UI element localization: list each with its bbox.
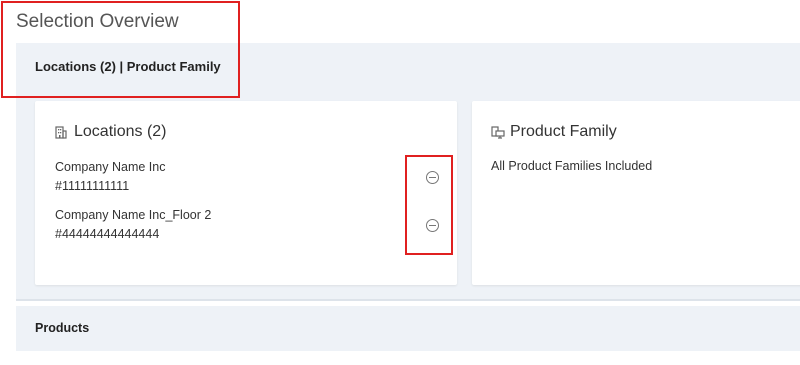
- location-number: #44444444444444: [55, 227, 160, 241]
- remove-location-button[interactable]: [426, 171, 439, 184]
- location-name: Company Name Inc_Floor 2: [55, 208, 212, 222]
- product-family-text: All Product Families Included: [491, 159, 653, 173]
- locations-card-title-text: Locations (2): [74, 123, 167, 140]
- page-title: Selection Overview: [16, 11, 179, 32]
- location-item: Company Name Inc_Floor 2 #44444444444444: [55, 206, 211, 244]
- product-family-card: Product Family All Product Families Incl…: [472, 101, 800, 285]
- product-family-card-title-text: Product Family: [510, 123, 617, 140]
- location-name: Company Name Inc: [55, 160, 166, 174]
- remove-location-button[interactable]: [426, 219, 439, 232]
- product-family-card-title: Product Family: [491, 123, 617, 141]
- products-section[interactable]: [16, 306, 800, 351]
- products-label: Products: [35, 321, 90, 335]
- location-number: #11111111111: [55, 179, 130, 193]
- devices-icon: [491, 125, 505, 139]
- breadcrumb: Locations (2) | Product Family: [35, 59, 221, 74]
- locations-card-title: Locations (2): [55, 123, 167, 141]
- locations-card: Locations (2) Company Name Inc #11111111…: [35, 101, 457, 285]
- location-item: Company Name Inc #11111111111: [55, 158, 165, 196]
- building-icon: [55, 125, 67, 139]
